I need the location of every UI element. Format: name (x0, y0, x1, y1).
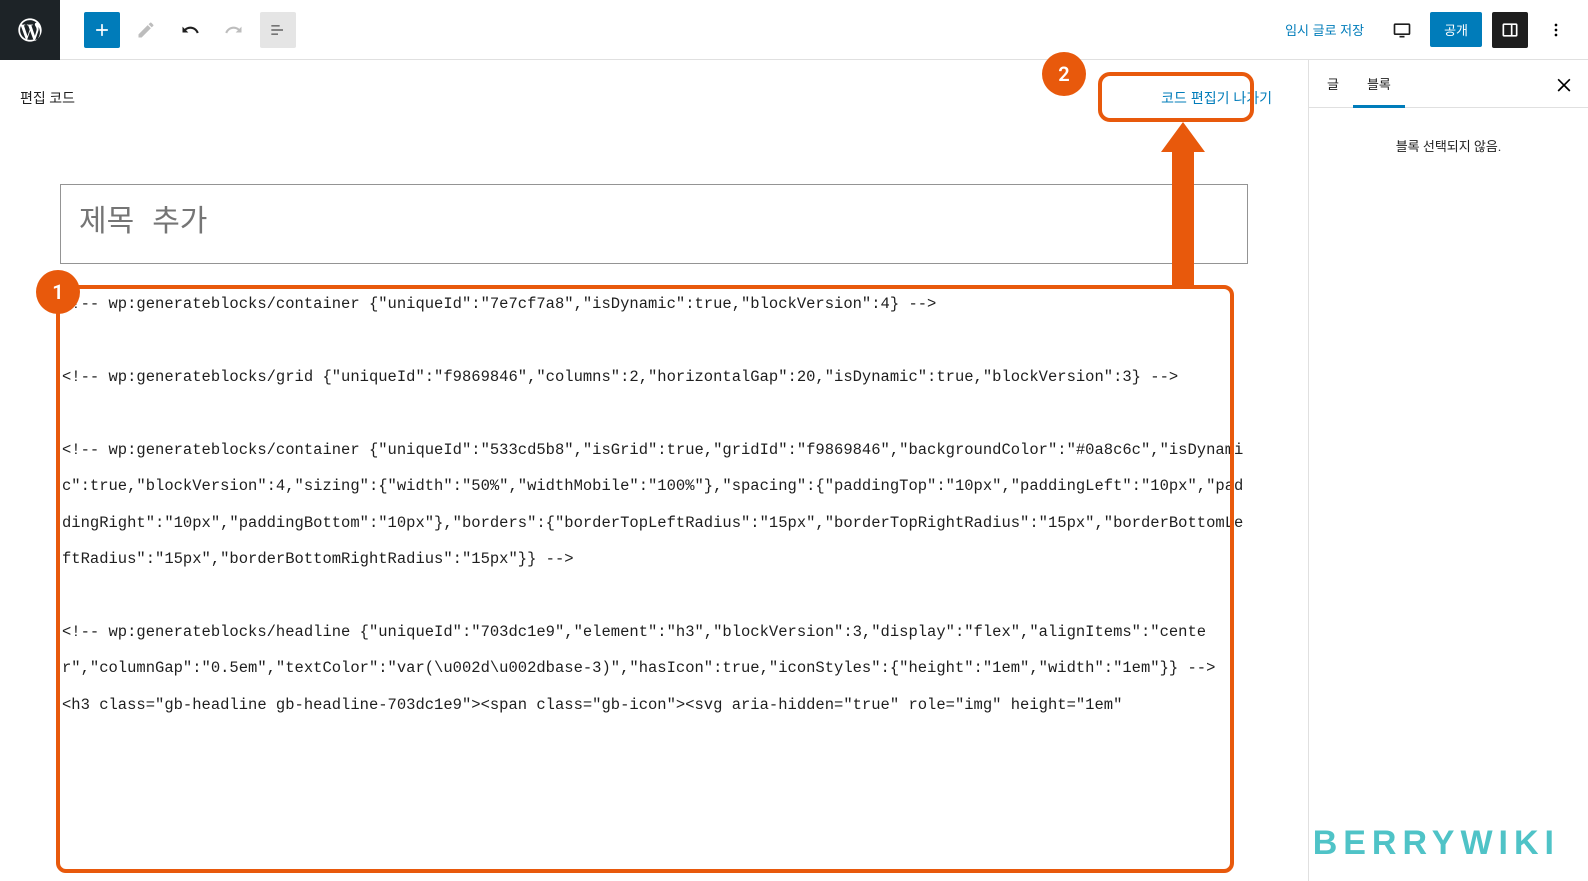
post-title-input[interactable] (60, 184, 1248, 264)
no-block-selected-text: 블록 선택되지 않음. (1396, 140, 1502, 155)
undo-button[interactable] (172, 12, 208, 48)
toolbar-right-group: 임시 글로 저장 공개 (1275, 12, 1580, 48)
plus-icon (92, 20, 112, 40)
toolbar-left-group (60, 12, 296, 48)
undo-icon (180, 20, 200, 40)
save-draft-button[interactable]: 임시 글로 저장 (1275, 12, 1374, 47)
wordpress-icon (16, 16, 44, 44)
edit-button[interactable] (128, 12, 164, 48)
tab-post[interactable]: 글 (1313, 60, 1353, 108)
document-overview-button[interactable] (260, 12, 296, 48)
pencil-icon (136, 20, 156, 40)
tab-block[interactable]: 블록 (1353, 60, 1405, 108)
sidebar-tabs: 글 블록 (1309, 60, 1588, 108)
inspector-sidebar: 글 블록 블록 선택되지 않음. (1308, 60, 1588, 881)
annotation-box-1 (56, 285, 1234, 873)
sidebar-body: 블록 선택되지 않음. (1309, 108, 1588, 881)
desktop-icon (1392, 20, 1412, 40)
vertical-dots-icon (1546, 20, 1566, 40)
preview-button[interactable] (1384, 12, 1420, 48)
redo-icon (224, 20, 244, 40)
redo-button[interactable] (216, 12, 252, 48)
sidebar-close-button[interactable] (1544, 64, 1584, 104)
annotation-badge-1: 1 (36, 270, 80, 314)
watermark: BERRYWIKI (1313, 824, 1560, 863)
publish-button[interactable]: 공개 (1430, 12, 1482, 47)
close-icon (1554, 74, 1574, 94)
code-editor-label: 편집 코드 (20, 88, 75, 108)
list-icon (268, 20, 288, 40)
title-wrapper (60, 184, 1248, 264)
sidebar-toggle-button[interactable] (1492, 12, 1528, 48)
more-options-button[interactable] (1538, 12, 1574, 48)
add-block-button[interactable] (84, 12, 120, 48)
wordpress-logo[interactable] (0, 0, 60, 60)
panel-icon (1500, 20, 1520, 40)
annotation-badge-2: 2 (1042, 52, 1086, 96)
annotation-box-2 (1098, 72, 1254, 122)
top-toolbar: 임시 글로 저장 공개 (0, 0, 1588, 60)
